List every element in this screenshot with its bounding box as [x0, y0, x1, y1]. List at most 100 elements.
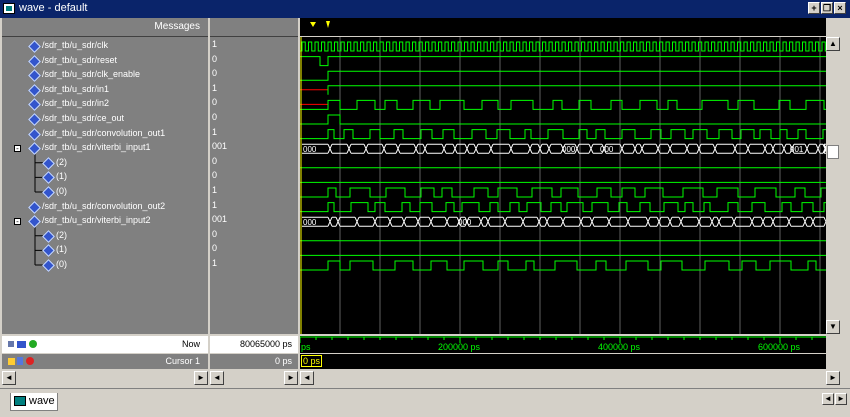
signal-row[interactable]: (0) — [2, 258, 208, 272]
tree-collapse-icon[interactable]: - — [14, 218, 21, 226]
value-header — [210, 18, 298, 37]
tick-label-0: ps — [301, 342, 311, 352]
cursor-time-row: 0 ps — [300, 354, 826, 369]
signal-waveform — [300, 129, 826, 140]
wave-hscroll[interactable]: ◄ ► — [300, 371, 840, 385]
signal-row[interactable]: (1) — [2, 170, 208, 185]
tab-bar: wave ◄ ► — [0, 388, 850, 417]
signal-value: 0 — [212, 170, 218, 181]
signal-name: /sdr_tb/u_sdr/clk_enable — [42, 69, 141, 80]
bus-value-label: 000 — [303, 145, 317, 154]
signal-row[interactable]: /sdr_tb/u_sdr/reset — [2, 54, 208, 68]
wave-scroll-left-icon[interactable]: ◄ — [300, 371, 314, 385]
cursor-time-box[interactable]: 0 ps — [301, 355, 322, 367]
values-hscroll[interactable]: ◄ ► — [210, 371, 298, 385]
delete-cursor-icon[interactable] — [26, 357, 34, 365]
signal-row[interactable]: /sdr_tb/u_sdr/clk_enable — [2, 68, 208, 83]
signal-diamond-icon — [28, 142, 41, 156]
waveform-canvas[interactable]: 000 000 000 001 000 000 — [300, 37, 826, 334]
now-toolbar-icons — [8, 340, 37, 348]
window-title: wave - default — [19, 2, 88, 14]
signal-row[interactable]: - /sdr_tb/u_sdr/viterbi_input2 — [2, 214, 208, 229]
bus-value-label: 001 — [790, 145, 804, 154]
signal-name: /sdr_tb/u_sdr/clk — [42, 40, 109, 50]
signal-value: 0 — [212, 53, 218, 64]
cursor-toolbar-icons — [8, 357, 34, 365]
scroll-up-icon[interactable]: ▲ — [826, 37, 840, 51]
signal-value: 0 — [212, 155, 218, 166]
signal-diamond-icon — [42, 171, 55, 185]
signal-row[interactable]: (1) — [2, 243, 208, 258]
signal-name: /sdr_tb/u_sdr/in2 — [42, 98, 110, 109]
scroll-down-icon[interactable]: ▼ — [826, 320, 840, 334]
ruler-ticks — [299, 337, 813, 343]
restore-button[interactable]: ❐ — [821, 2, 833, 14]
waveform-pane[interactable]: 000 000 000 001 000 000 — [300, 37, 826, 334]
signal-row[interactable]: (0) — [2, 185, 208, 199]
signal-diamond-icon — [28, 54, 41, 68]
signal-name: (2) — [56, 229, 67, 240]
tree-collapse-icon[interactable]: - — [14, 145, 21, 153]
signal-row[interactable]: /sdr_tb/u_sdr/convolution_out1 — [2, 127, 208, 141]
messages-header-label: Messages — [154, 21, 200, 32]
signal-value: 0 — [212, 68, 218, 79]
signal-row[interactable]: /sdr_tb/u_sdr/in1 — [2, 83, 208, 97]
add-cursor-icon[interactable] — [29, 340, 37, 348]
close-button[interactable]: × — [834, 2, 846, 14]
signal-waveform — [300, 114, 826, 125]
tab-scroll-left-icon[interactable]: ◄ — [822, 393, 834, 405]
now-row: Now — [2, 336, 208, 353]
tab-wave[interactable]: wave — [10, 393, 58, 411]
signal-name: /sdr_tb/u_sdr/convolution_out2 — [42, 200, 166, 211]
signal-row[interactable]: /sdr_tb/u_sdr/clk — [2, 39, 208, 53]
signal-names-pane: /sdr_tb/u_sdr/clk/sdr_tb/u_sdr/reset/sdr… — [2, 37, 208, 334]
wave-window-icon — [3, 3, 15, 14]
cursor-label: Cursor 1 — [165, 356, 200, 366]
wave-scroll-right-icon[interactable]: ► — [826, 371, 840, 385]
cursor-marker-2-icon[interactable] — [326, 21, 330, 28]
signal-name: /sdr_tb/u_sdr/reset — [42, 54, 118, 65]
signal-value: 1 — [212, 185, 218, 195]
values-scroll-right-icon[interactable]: ► — [284, 371, 298, 385]
names-hscroll[interactable]: ◄ ► — [2, 371, 208, 385]
signal-row[interactable]: - /sdr_tb/u_sdr/viterbi_input1 — [2, 141, 208, 156]
cursor-value: 0 ps — [274, 356, 292, 366]
minimize-button[interactable]: + — [808, 2, 820, 14]
signal-diamond-icon — [42, 259, 55, 272]
signal-name: (0) — [56, 186, 67, 196]
signal-row[interactable]: /sdr_tb/u_sdr/ce_out — [2, 112, 208, 126]
time-ruler[interactable]: ps 200000 ps 400000 ps 600000 ps — [299, 336, 826, 353]
zoom-icon[interactable] — [8, 341, 14, 347]
signal-value: 001 — [212, 141, 228, 152]
signal-waveform — [300, 187, 826, 198]
messages-header[interactable]: Messages — [2, 18, 208, 37]
vertical-scroll-thumb[interactable] — [827, 145, 839, 159]
signal-value: 0 — [212, 112, 218, 122]
signal-waveform — [300, 202, 826, 213]
values-scroll-left-icon[interactable]: ◄ — [210, 371, 224, 385]
names-scroll-right-icon[interactable]: ► — [194, 371, 208, 385]
vertical-scrollbar[interactable]: ▲ ▼ — [826, 37, 840, 334]
names-scroll-left-icon[interactable]: ◄ — [2, 371, 16, 385]
signal-value: 1 — [212, 126, 218, 137]
edit-cursor-icon[interactable] — [17, 357, 23, 365]
signal-value: 1 — [212, 82, 218, 93]
signal-row[interactable]: /sdr_tb/u_sdr/in2 — [2, 97, 208, 112]
signal-value: 0 — [212, 228, 218, 239]
signal-values-pane: 1 0 0 1 0 0 1 001 0 0 1 1 001 0 0 1 — [210, 37, 298, 334]
bus-value-label: 000 — [303, 218, 317, 227]
signal-row[interactable]: (2) — [2, 156, 208, 170]
cursor-marker-icon[interactable] — [310, 22, 316, 27]
tab-wave-label: wave — [29, 395, 55, 407]
signal-name: /sdr_tb/u_sdr/viterbi_input1 — [42, 142, 151, 153]
bus-waveform — [302, 216, 826, 227]
tab-scroll-right-icon[interactable]: ► — [835, 393, 847, 405]
signal-name: (2) — [56, 156, 67, 167]
signal-waveform — [300, 56, 826, 67]
signal-row[interactable]: (2) — [2, 229, 208, 243]
signal-name: /sdr_tb/u_sdr/viterbi_input2 — [42, 215, 151, 226]
lock-cursor-icon[interactable] — [8, 358, 15, 365]
tick-label-600000: 600000 ps — [758, 342, 801, 352]
add-wave-icon[interactable] — [17, 341, 26, 348]
signal-row[interactable]: /sdr_tb/u_sdr/convolution_out2 — [2, 200, 208, 214]
